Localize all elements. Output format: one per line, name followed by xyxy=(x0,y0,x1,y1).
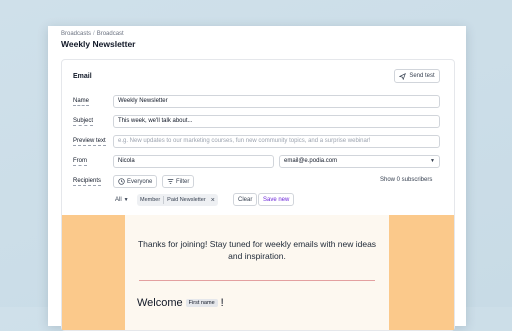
clock-icon xyxy=(118,178,125,185)
subject-label: Subject xyxy=(73,118,94,126)
breadcrumb: Broadcasts / Broadcast xyxy=(61,31,124,37)
from-name-input[interactable]: Nicola xyxy=(113,155,274,168)
from-label: From xyxy=(73,158,87,166)
welcome-text: Welcome xyxy=(137,297,183,309)
from-email-select[interactable]: email@e.podia.com ▼ xyxy=(279,155,440,168)
save-new-label: Save new xyxy=(263,196,290,203)
name-label: Name xyxy=(73,98,90,106)
filter-button[interactable]: Filter xyxy=(162,175,195,188)
recipients-label: Recipients xyxy=(73,178,102,186)
send-icon xyxy=(399,72,407,80)
show-subscribers-link[interactable]: Show 0 subscribers xyxy=(380,177,432,183)
preview-divider xyxy=(139,280,375,281)
clear-button[interactable]: Clear xyxy=(233,193,258,206)
filter-tag-type: Member xyxy=(140,197,161,203)
email-heading: Email xyxy=(73,73,92,80)
save-new-button[interactable]: Save new xyxy=(258,193,295,206)
filter-tag-value: Paid Newsletter xyxy=(167,197,206,203)
clear-label: Clear xyxy=(238,196,253,203)
welcome-exclaim: ! xyxy=(220,297,224,309)
tag-divider xyxy=(163,196,165,204)
preview-welcome: Welcome First name ! xyxy=(137,297,224,309)
filter-label: Filter xyxy=(176,178,190,185)
caret-down-icon: ▼ xyxy=(430,158,435,164)
match-select[interactable]: All ▼ xyxy=(113,194,131,206)
preview-text-label: Preview text xyxy=(73,138,106,146)
name-input[interactable]: Weekly Newsletter xyxy=(113,95,440,108)
subject-input[interactable]: This week, we'll talk about... xyxy=(113,115,440,128)
email-panel: Email Send test Name Weekly Newsletter S… xyxy=(61,59,455,331)
filter-tag: Member Paid Newsletter × xyxy=(137,194,218,206)
email-preview-card: Thanks for joining! Stay tuned for weekl… xyxy=(125,215,389,330)
filter-icon xyxy=(167,179,174,184)
breadcrumb-separator: / xyxy=(93,31,95,37)
send-test-button[interactable]: Send test xyxy=(394,69,440,83)
preview-text-input[interactable]: e.g. New updates to our marketing course… xyxy=(113,135,440,148)
broadcast-window: Broadcasts / Broadcast Weekly Newsletter E… xyxy=(48,26,466,331)
match-select-value: All xyxy=(115,197,122,203)
breadcrumb-broadcasts[interactable]: Broadcasts xyxy=(61,31,91,37)
close-icon[interactable]: × xyxy=(211,197,215,204)
caret-down-icon: ▼ xyxy=(123,197,129,203)
breadcrumb-current: Broadcast xyxy=(96,31,124,37)
from-email-value: email@e.podia.com xyxy=(284,158,338,164)
page-title: Weekly Newsletter xyxy=(61,39,136,49)
send-test-label: Send test xyxy=(409,73,435,79)
everyone-button[interactable]: Everyone xyxy=(113,175,158,188)
everyone-label: Everyone xyxy=(127,178,153,185)
first-name-merge-tag[interactable]: First name xyxy=(185,299,218,307)
preview-thanks-text: Thanks for joining! Stay tuned for weekl… xyxy=(137,239,377,261)
